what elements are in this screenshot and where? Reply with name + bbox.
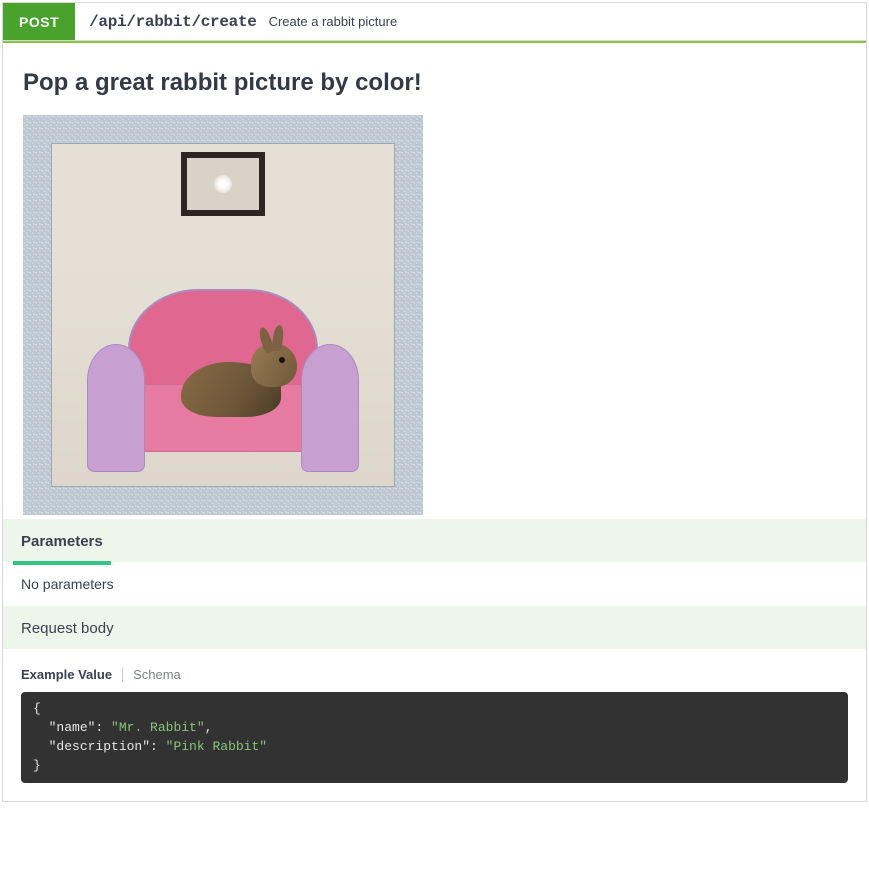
operation-body: Pop a great rabbit picture by color! — [3, 43, 866, 519]
no-parameters-text: No parameters — [21, 576, 114, 592]
rabbit-illustration — [181, 337, 301, 417]
illustration-inner — [51, 143, 395, 487]
example-body-code[interactable]: { "name": "Mr. Rabbit", "description": "… — [21, 692, 848, 783]
http-method-badge: POST — [3, 3, 75, 40]
operation-header[interactable]: POST /api/rabbit/create Create a rabbit … — [3, 3, 866, 41]
wall-picture-icon — [181, 152, 265, 216]
request-body-title: Request body — [21, 620, 114, 637]
operation-summary: Create a rabbit picture — [269, 14, 398, 29]
tab-example-value[interactable]: Example Value — [21, 667, 122, 682]
request-body-section-header[interactable]: Request body — [3, 606, 866, 649]
illustration-frame — [23, 115, 423, 515]
operation-path: /api/rabbit/create — [89, 13, 256, 31]
parameters-section-body: No parameters — [3, 562, 866, 606]
body-tabs: Example Value Schema — [3, 649, 866, 692]
description-heading: Pop a great rabbit picture by color! — [23, 69, 846, 97]
operation-panel: POST /api/rabbit/create Create a rabbit … — [2, 2, 867, 802]
tab-schema[interactable]: Schema — [122, 667, 191, 682]
chair-illustration — [93, 289, 353, 484]
parameters-title: Parameters — [21, 533, 103, 550]
parameters-section-header[interactable]: Parameters — [3, 519, 866, 562]
